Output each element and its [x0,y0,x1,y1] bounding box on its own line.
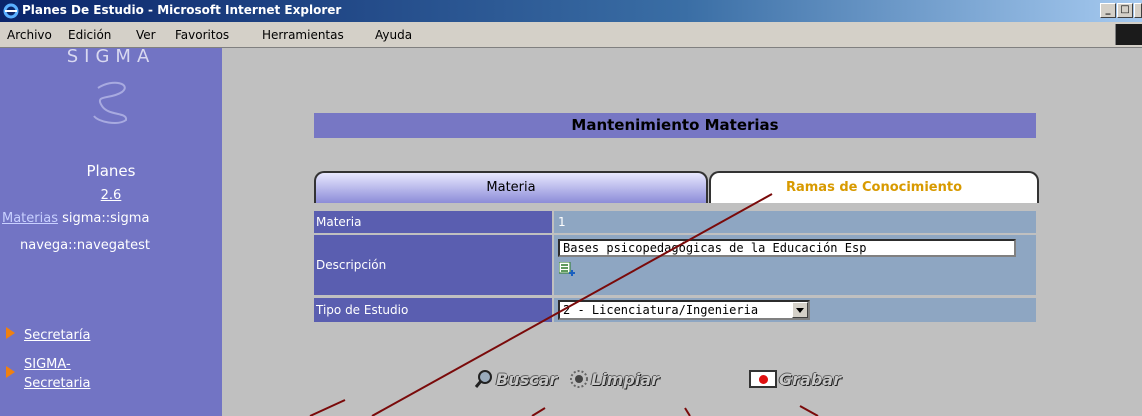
tipo-estudio-select[interactable]: 2 - Licenciatura/Ingenieria [558,300,810,320]
tipo-estudio-label: Tipo de Estudio [314,298,552,322]
form-row-tipo-estudio: Tipo de Estudio 2 - Licenciatura/Ingenie… [314,298,1036,322]
grabar-button[interactable]: Grabar [749,368,841,390]
arrow-right-icon [6,327,15,339]
descripcion-label: Descripción [314,235,552,295]
internet-explorer-icon [3,3,19,19]
arrow-right-icon [6,366,15,378]
windows-logo-icon [1115,24,1142,45]
limpiar-label: Limpiar [591,369,659,389]
search-icon [474,370,492,388]
sigma-secretaria-link[interactable]: SIGMA- [24,357,71,372]
app-name: Planes [86,162,136,180]
menu-ver[interactable]: Ver [136,28,156,42]
clear-icon [570,370,588,388]
minimize-button[interactable]: _ [1100,3,1116,18]
chevron-down-icon[interactable] [792,302,808,318]
record-icon [749,370,777,388]
menu-herramientas[interactable]: Herramientas [262,28,344,42]
materias-link[interactable]: Materias [2,211,58,226]
secretaria-link[interactable]: Secretaría [24,328,90,343]
tab-materia[interactable]: Materia [314,171,708,203]
window-title: Planes De Estudio - Microsoft Internet E… [22,3,342,17]
user-line: Materias sigma::sigma [0,211,224,226]
menu-archivo[interactable]: Archivo [7,28,52,42]
main-content: Mantenimiento Materias Materia Ramas de … [222,48,1142,416]
materia-value: 1 [554,211,1036,233]
user-name: sigma::sigma [62,211,150,226]
sigma-swirl-icon [93,81,128,124]
form-row-descripcion: Descripción Bases psicopedagógicas de la… [314,235,1036,295]
close-button[interactable] [1134,3,1142,18]
limpiar-button[interactable]: Limpiar [569,368,659,390]
menu-favoritos[interactable]: Favoritos [175,28,229,42]
descripcion-input[interactable]: Bases psicopedagógicas de la Educación E… [558,239,1016,257]
grabar-label: Grabar [779,369,841,389]
tab-ramas-de-conocimiento[interactable]: Ramas de Conocimiento [709,171,1039,203]
version-link[interactable]: 2.6 [0,188,222,203]
materia-label: Materia [314,211,552,233]
menu-edicion[interactable]: Edición [68,28,111,42]
maximize-button[interactable]: □ [1117,3,1133,18]
buscar-button[interactable]: Buscar [474,368,557,390]
menu-bar: Archivo Edición Ver Favoritos Herramient… [0,22,1142,48]
menu-ayuda[interactable]: Ayuda [375,28,412,42]
form-row-materia: Materia 1 [314,211,1036,233]
sigma-logo: SIGMA [66,46,156,67]
sigma-secretaria-link-line2[interactable]: Secretaria [24,376,90,391]
list-add-icon[interactable] [559,262,575,276]
window-title-bar[interactable]: Planes De Estudio - Microsoft Internet E… [0,0,1142,22]
sidebar: SIGMA Planes 2.6 Materias sigma::sigma n… [0,46,224,416]
buscar-label: Buscar [496,369,558,389]
tipo-estudio-value: 2 - Licenciatura/Ingenieria [563,303,759,317]
page-title: Mantenimiento Materias [314,113,1036,138]
navega-user: navega::navegatest [20,238,150,253]
